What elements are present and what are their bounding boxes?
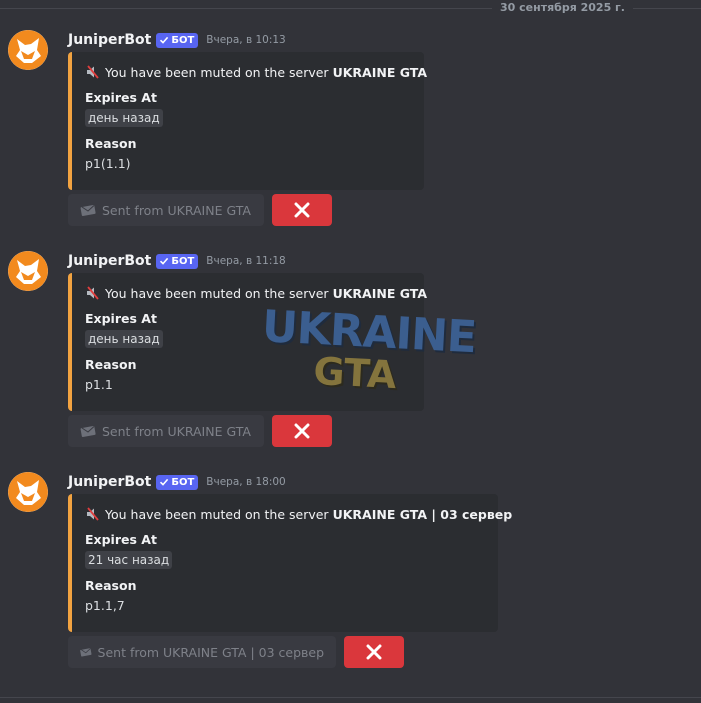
- checkmark-icon: [160, 257, 169, 265]
- bot-badge-label: БОТ: [171, 34, 195, 46]
- username[interactable]: JuniperBot: [68, 253, 151, 269]
- muted-speaker-icon: [85, 64, 101, 80]
- close-icon: [366, 644, 382, 660]
- embed-title-prefix: You have been muted on the server: [105, 506, 329, 522]
- bot-badge-label: БОТ: [171, 476, 195, 488]
- checkmark-icon: [160, 478, 169, 486]
- close-icon: [294, 423, 310, 439]
- bot-badge: БОТ: [156, 32, 199, 48]
- muted-speaker-icon: [85, 506, 101, 522]
- expires-value[interactable]: день назад: [85, 109, 163, 127]
- bottom-divider: [0, 697, 701, 698]
- embed-title-server: UKRAINE GTA | 03 сервер: [332, 506, 513, 522]
- timestamp[interactable]: Вчера, в 18:00: [206, 476, 285, 488]
- date-divider-label: 30 сентября 2025 г.: [492, 0, 633, 16]
- expires-label: Expires At: [85, 532, 157, 547]
- close-icon: [294, 202, 310, 218]
- username[interactable]: JuniperBot: [68, 32, 151, 48]
- fox-logo-icon: [8, 472, 48, 512]
- embed-title: You have been muted on the server UKRAIN…: [85, 285, 427, 301]
- embed-title-prefix: You have been muted on the server: [105, 285, 329, 301]
- reason-value: p1.1: [85, 377, 113, 392]
- avatar[interactable]: [8, 30, 48, 70]
- fox-logo-icon: [8, 251, 48, 291]
- envelope-icon: [80, 205, 96, 216]
- envelope-icon: [80, 648, 92, 657]
- expires-label: Expires At: [85, 311, 157, 326]
- dismiss-button[interactable]: [272, 415, 332, 447]
- embed: You have been muted on the server UKRAIN…: [68, 494, 512, 632]
- expires-value[interactable]: день назад: [85, 330, 163, 348]
- avatar[interactable]: [8, 251, 48, 291]
- embed-title-server: UKRAINE GTA: [332, 64, 427, 80]
- embed: You have been muted on the server UKRAIN…: [68, 52, 427, 190]
- expires-value[interactable]: 21 час назад: [85, 551, 173, 569]
- checkmark-icon: [160, 36, 169, 44]
- envelope-icon: [80, 426, 96, 437]
- reason-value: p1.1,7: [85, 598, 125, 613]
- reason-label: Reason: [85, 357, 137, 372]
- embed-title: You have been muted on the server UKRAIN…: [85, 64, 427, 80]
- sent-from-button[interactable]: Sent from UKRAINE GTA: [68, 415, 264, 447]
- bot-badge-label: БОТ: [171, 255, 195, 267]
- dismiss-button[interactable]: [272, 194, 332, 226]
- embed-title-prefix: You have been muted on the server: [105, 64, 329, 80]
- expires-label: Expires At: [85, 90, 157, 105]
- bot-badge: БОТ: [156, 474, 199, 490]
- sent-from-button[interactable]: Sent from UKRAINE GTA: [68, 194, 264, 226]
- bot-badge: БОТ: [156, 253, 199, 269]
- reason-value: p1(1.1): [85, 156, 131, 171]
- reason-label: Reason: [85, 578, 137, 593]
- dismiss-button[interactable]: [344, 636, 404, 668]
- username[interactable]: JuniperBot: [68, 474, 151, 490]
- timestamp[interactable]: Вчера, в 10:13: [206, 34, 285, 46]
- muted-speaker-icon: [85, 285, 101, 301]
- fox-logo-icon: [8, 30, 48, 70]
- sent-from-label: Sent from UKRAINE GTA | 03 сервер: [97, 644, 324, 660]
- sent-from-label: Sent from UKRAINE GTA: [102, 423, 251, 439]
- embed-title-server: UKRAINE GTA: [332, 285, 427, 301]
- sent-from-label: Sent from UKRAINE GTA: [102, 202, 251, 218]
- ukraine-gta-watermark-logo: UKRAINE GTA: [261, 301, 477, 397]
- sent-from-button[interactable]: Sent from UKRAINE GTA | 03 сервер: [68, 636, 336, 668]
- timestamp[interactable]: Вчера, в 11:18: [206, 255, 285, 267]
- avatar[interactable]: [8, 472, 48, 512]
- reason-label: Reason: [85, 136, 137, 151]
- embed-title: You have been muted on the server UKRAIN…: [85, 506, 512, 522]
